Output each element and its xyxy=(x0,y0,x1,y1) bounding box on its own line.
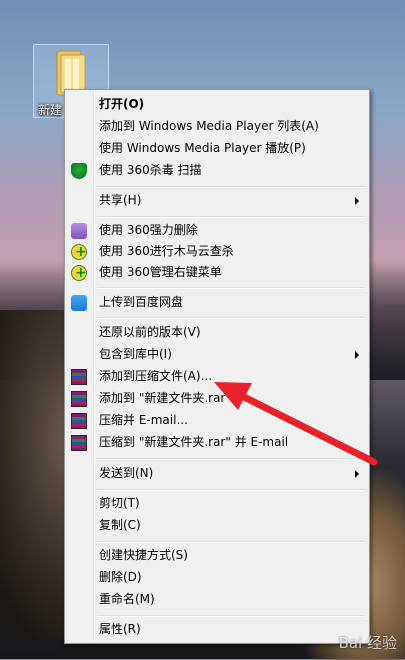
watermark: Bai 经验 xyxy=(338,634,397,652)
annotation-arrow xyxy=(214,382,378,466)
